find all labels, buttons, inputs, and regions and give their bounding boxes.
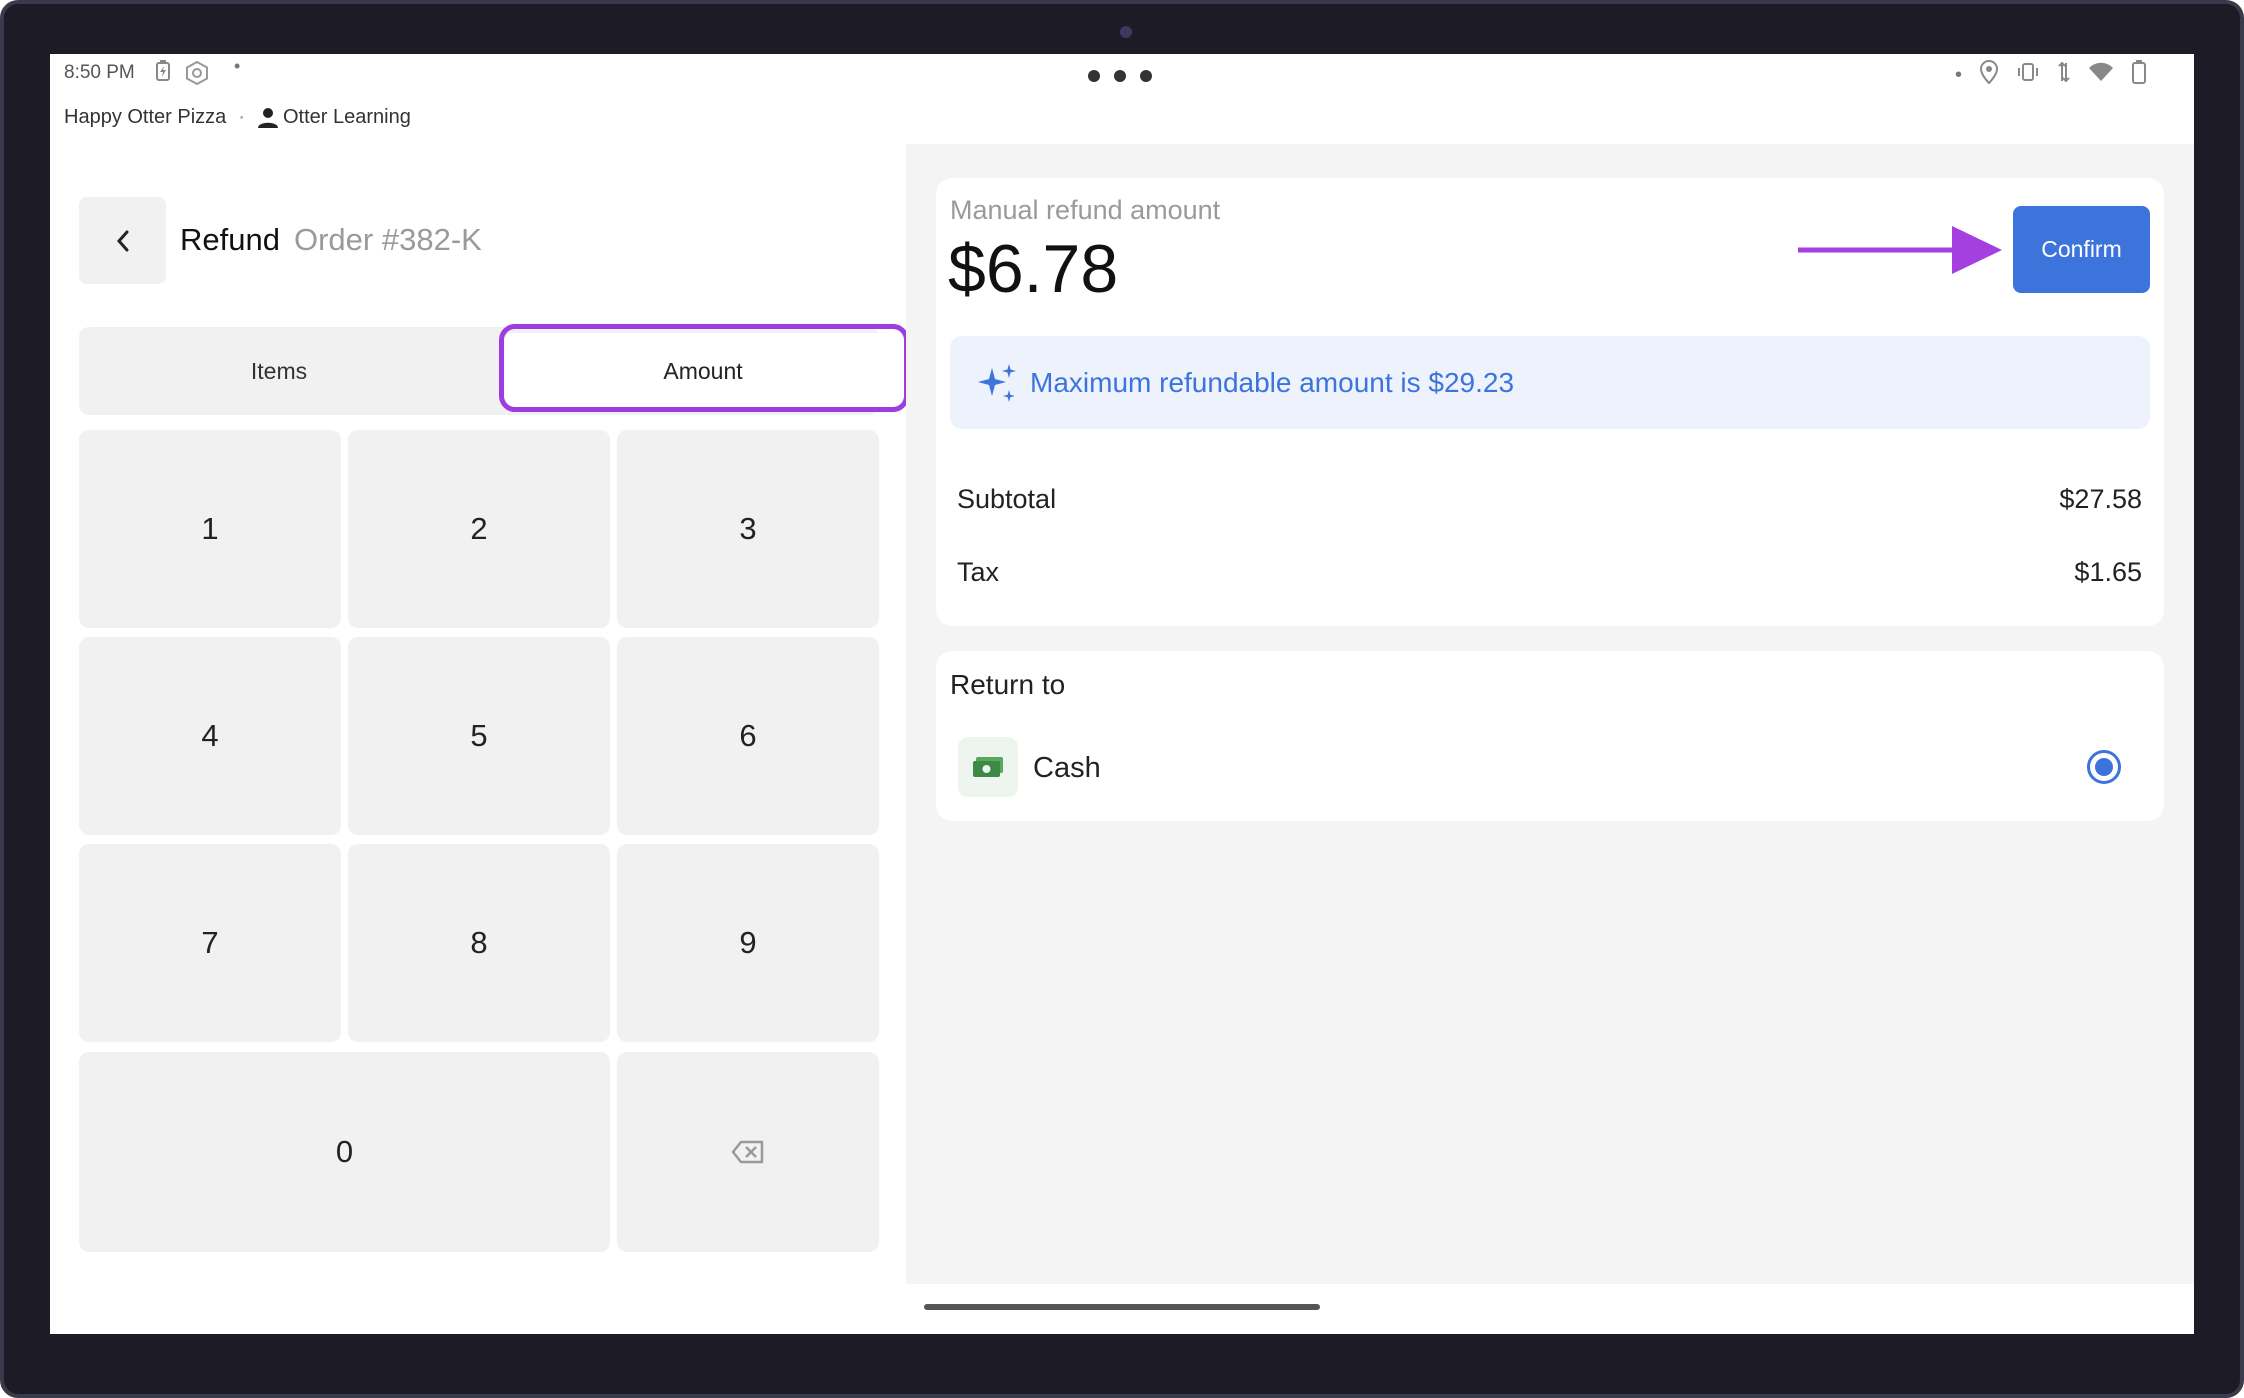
backspace-icon [731,1140,764,1164]
refund-amount-value: $6.78 [948,231,1119,307]
refund-mode-tabs: Items Amount [79,324,909,415]
screen: 8:50 PM • • Happy Otter Pizza · Otter Le… [50,54,2194,1334]
max-refund-text: Maximum refundable amount is $29.23 [1030,366,1515,398]
location-icon [1979,59,1999,90]
subtotal-value: $27.58 [2059,484,2142,514]
manual-refund-label: Manual refund amount [950,195,1221,225]
key-4[interactable]: 4 [79,637,341,835]
confirm-button[interactable]: Confirm [2013,206,2150,293]
page-title: Refund [180,222,280,257]
tab-items[interactable]: Items [79,327,479,415]
home-indicator[interactable] [924,1304,1320,1310]
status-icons-right: • [1954,59,2146,90]
key-6[interactable]: 6 [617,637,879,835]
key-1[interactable]: 1 [79,430,341,628]
battery-saver-icon [154,60,172,87]
cash-radio[interactable] [2087,750,2121,784]
vibrate-icon [2016,62,2040,88]
camera-dot [1120,26,1132,38]
backspace-button[interactable] [617,1052,879,1252]
store-name: Happy Otter Pizza [64,106,227,128]
back-button[interactable] [79,197,166,284]
key-9[interactable]: 9 [617,844,879,1042]
key-0[interactable]: 0 [79,1052,610,1252]
dot-icon: • [1954,63,1962,86]
app-icon [184,60,210,91]
window-options-dots[interactable] [1088,60,1152,82]
key-2[interactable]: 2 [348,430,610,628]
order-number: Order #382-K [294,222,482,257]
key-3[interactable]: 3 [617,430,879,628]
return-to-card [936,651,2164,821]
wifi-icon [2088,62,2114,88]
tax-value: $1.65 [2074,557,2142,587]
battery-icon [2132,60,2146,90]
separator: · [238,106,245,128]
return-to-label: Return to [950,669,1066,700]
key-7[interactable]: 7 [79,844,341,1042]
sparkle-icon [978,363,1016,402]
subtotal-label: Subtotal [957,484,1057,514]
keypad: 1 2 3 4 5 6 7 8 9 0 [79,430,879,1254]
user-name: Otter Learning [282,106,411,128]
arrow-annotation [1798,226,2002,274]
cash-option-label[interactable]: Cash [1033,752,1101,785]
cash-icon [958,737,1018,797]
chevron-left-icon [116,230,128,251]
status-time: 8:50 PM [64,62,135,83]
key-8[interactable]: 8 [348,844,610,1042]
dot-icon: • [234,56,241,76]
tax-label: Tax [957,557,1000,587]
key-5[interactable]: 5 [348,637,610,835]
max-refund-info: Maximum refundable amount is $29.23 [950,336,2150,429]
tab-amount[interactable]: Amount [503,333,903,409]
data-icon [2058,61,2070,89]
merchant-bar: Happy Otter Pizza · Otter Learning [64,106,411,129]
person-icon [257,107,279,129]
